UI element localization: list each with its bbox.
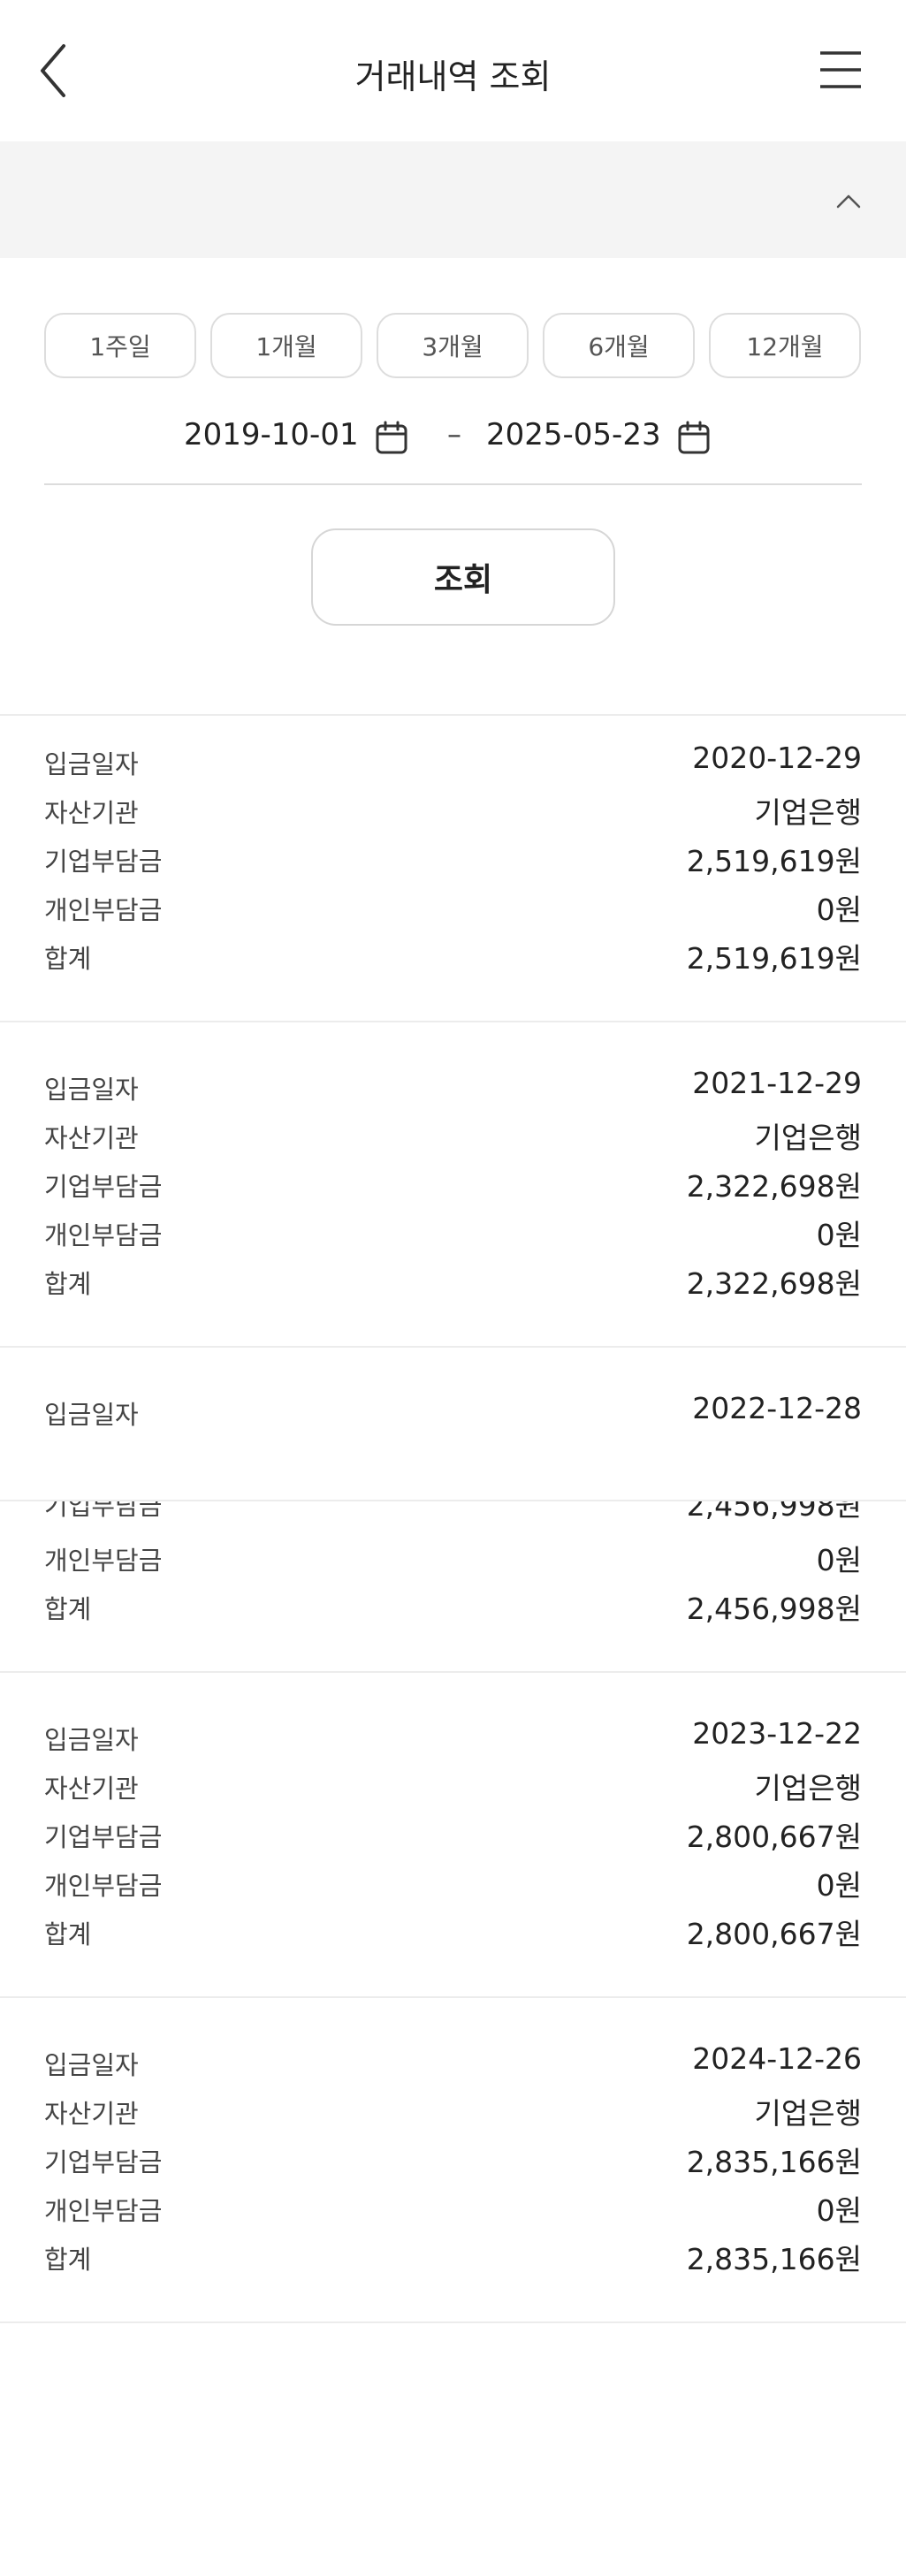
personal-contribution-label: 개인부담금	[44, 1871, 163, 1901]
hamburger-menu-icon	[820, 51, 861, 88]
deposit-date-value: 2020-12-29	[692, 741, 862, 775]
company-contribution-value: 2,519,619원	[686, 844, 862, 878]
deposit-date-label: 입금일자	[44, 1725, 139, 1755]
personal-contribution-label: 개인부담금	[44, 895, 163, 925]
deposit-date-value: 2022-12-28	[692, 1391, 862, 1425]
institution-value: 기업은행	[754, 1771, 862, 1805]
total-value: 2,835,166원	[686, 2242, 862, 2276]
search-button[interactable]: 조회	[311, 528, 615, 626]
deposit-date-value: 2021-12-29	[692, 1066, 862, 1100]
institution-value: 기업은행	[754, 1121, 862, 1155]
collapse-filter-button[interactable]	[831, 187, 866, 214]
total-value: 2,456,998원	[686, 1592, 862, 1626]
record-divider	[0, 1671, 906, 1673]
company-contribution-value: 2,800,667원	[686, 1820, 862, 1854]
personal-contribution-value: 0원	[816, 893, 862, 927]
total-label: 합계	[44, 2245, 92, 2275]
personal-contribution-value: 0원	[816, 2193, 862, 2228]
period-button-3months[interactable]: 3개월	[377, 313, 529, 378]
personal-contribution-label: 개인부담금	[44, 2196, 163, 2226]
period-button-6months[interactable]: 6개월	[543, 313, 695, 378]
company-contribution-label: 기업부담금	[44, 1501, 163, 1521]
institution-label: 자산기관	[44, 1123, 139, 1153]
record-divider	[0, 2321, 906, 2323]
deposit-date-value: 2023-12-22	[692, 1716, 862, 1751]
company-contribution-value: 2,322,698원	[686, 1169, 862, 1204]
period-button-1month[interactable]: 1개월	[210, 313, 362, 378]
personal-contribution-value: 0원	[816, 1868, 862, 1903]
institution-value: 기업은행	[754, 2096, 862, 2131]
end-calendar-button[interactable]	[678, 421, 710, 454]
personal-contribution-label: 개인부담금	[44, 1546, 163, 1576]
institution-label: 자산기관	[44, 2099, 139, 2129]
total-label: 합계	[44, 1919, 92, 1949]
institution-value: 기업은행	[754, 795, 862, 830]
total-value: 2,322,698원	[686, 1266, 862, 1301]
start-date-field[interactable]: 2019-10-01	[184, 417, 359, 452]
app-header: 거래내역 조회	[0, 0, 906, 141]
institution-label: 자산기관	[44, 1774, 139, 1804]
period-button-1week[interactable]: 1주일	[44, 313, 196, 378]
clipped-row: 기업부담금 2,456,998원	[0, 1501, 906, 1523]
total-label: 합계	[44, 1594, 92, 1624]
record-divider	[0, 1021, 906, 1022]
total-value: 2,519,619원	[686, 941, 862, 976]
calendar-icon	[678, 421, 710, 454]
company-contribution-label: 기업부담금	[44, 1822, 163, 1852]
filter-collapse-bar	[0, 141, 906, 258]
total-label: 합계	[44, 944, 92, 974]
deposit-date-label: 입금일자	[44, 749, 139, 779]
company-contribution-label: 기업부담금	[44, 1172, 163, 1202]
personal-contribution-value: 0원	[816, 1218, 862, 1252]
date-range-separator: –	[447, 417, 461, 451]
institution-label: 자산기관	[44, 798, 139, 828]
deposit-date-value: 2024-12-26	[692, 2041, 862, 2076]
company-contribution-label: 기업부담금	[44, 847, 163, 877]
company-contribution-value: 2,456,998원	[686, 1501, 862, 1523]
chevron-up-icon	[836, 194, 861, 209]
deposit-date-label: 입금일자	[44, 1400, 139, 1430]
company-contribution-value: 2,835,166원	[686, 2145, 862, 2179]
record-divider	[0, 1996, 906, 1998]
record-divider	[0, 1346, 906, 1348]
record-divider	[0, 714, 906, 716]
deposit-date-label: 입금일자	[44, 2050, 139, 2080]
company-contribution-label: 기업부담금	[44, 2147, 163, 2177]
personal-contribution-label: 개인부담금	[44, 1220, 163, 1250]
period-button-12months[interactable]: 12개월	[709, 313, 861, 378]
end-date-field[interactable]: 2025-05-23	[486, 417, 661, 452]
total-label: 합계	[44, 1269, 92, 1299]
menu-button[interactable]	[818, 49, 863, 90]
page-title: 거래내역 조회	[354, 57, 552, 96]
total-value: 2,800,667원	[686, 1917, 862, 1951]
start-calendar-button[interactable]	[376, 421, 407, 454]
personal-contribution-value: 0원	[816, 1543, 862, 1577]
deposit-date-label: 입금일자	[44, 1075, 139, 1105]
calendar-icon	[376, 421, 407, 454]
date-range-underline	[44, 483, 862, 485]
